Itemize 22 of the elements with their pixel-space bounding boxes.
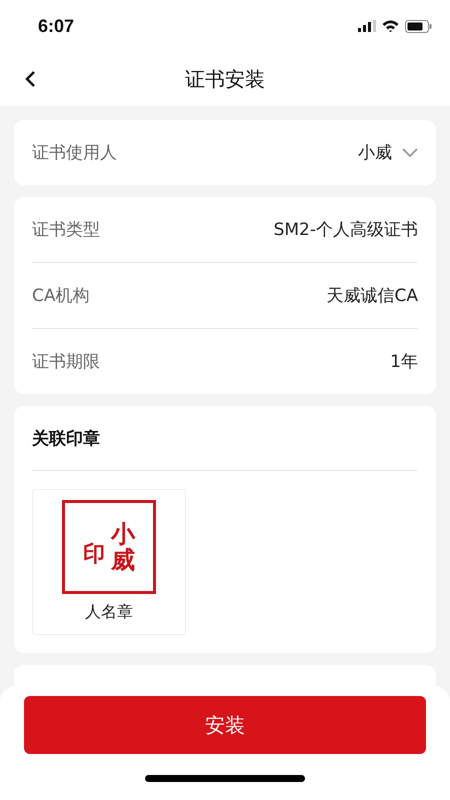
battery-icon: [405, 20, 432, 32]
signal-icon: [358, 20, 376, 32]
chevron-down-icon: [402, 148, 418, 158]
field-label: CA机构: [32, 285, 90, 307]
back-icon[interactable]: [24, 70, 36, 88]
field-value: 小威: [358, 142, 392, 164]
field-label: 证书期限: [32, 351, 100, 373]
field-label: 证书类型: [32, 219, 100, 241]
stamp-name-text: 小威: [111, 520, 135, 574]
install-button[interactable]: 安装: [24, 696, 426, 754]
field-value: 1年: [390, 351, 418, 373]
wifi-icon: [382, 20, 399, 32]
field-value: 天威诚信CA: [326, 285, 418, 307]
seal-label: 人名章: [85, 602, 133, 623]
field-value: SM2-个人高级证书: [274, 219, 418, 241]
user-card[interactable]: 证书使用人 小威: [14, 120, 436, 185]
status-time: 6:07: [38, 16, 74, 36]
section-title: 关联印章: [32, 428, 100, 450]
seal-option[interactable]: 印 小威 人名章: [32, 489, 186, 635]
field-label: 证书使用人: [32, 142, 117, 164]
stamp-mark-text: 印: [83, 541, 105, 569]
page-title: 证书安装: [185, 66, 265, 92]
